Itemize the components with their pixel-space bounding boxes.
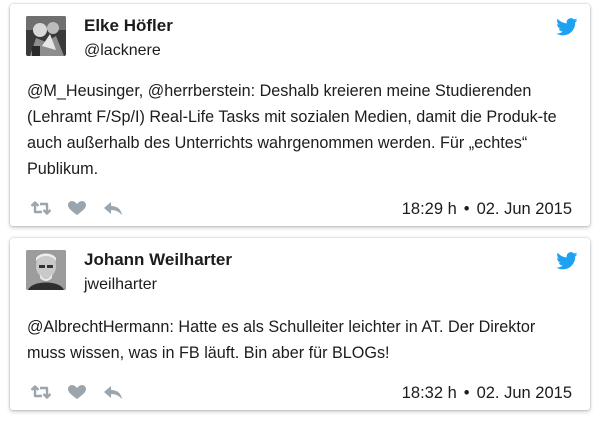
tweet-actions bbox=[30, 200, 124, 216]
author-name[interactable]: Johann Weilharter bbox=[84, 250, 232, 270]
like-icon[interactable] bbox=[66, 200, 88, 216]
author-handle[interactable]: @lacknere bbox=[84, 42, 161, 60]
tweet-time: 18:32 h bbox=[401, 384, 457, 402]
like-icon[interactable] bbox=[66, 384, 88, 400]
twitter-bird-icon[interactable] bbox=[556, 252, 578, 270]
tweet-text: @M_Heusinger, @herrberstein: Deshalb kre… bbox=[27, 82, 557, 178]
tweet-text: @AlbrechtHermann: Hatte es als Schulleit… bbox=[27, 318, 536, 362]
separator-dot: • bbox=[463, 384, 470, 402]
separator-dot: • bbox=[463, 200, 470, 218]
retweet-icon[interactable] bbox=[30, 200, 52, 216]
avatar[interactable] bbox=[26, 250, 66, 290]
tweet-date: 02. Jun 2015 bbox=[476, 200, 572, 218]
avatar[interactable] bbox=[26, 16, 66, 56]
retweet-icon[interactable] bbox=[30, 384, 52, 400]
author-handle[interactable]: jweilharter bbox=[84, 276, 157, 294]
tweet-timestamp[interactable]: 18:29 h • 02. Jun 2015 bbox=[402, 200, 572, 219]
tweet-card[interactable]: Johann Weilharter jweilharter @AlbrechtH… bbox=[10, 238, 590, 410]
tweet-card[interactable]: Elke Höfler @lacknere @M_Heusinger, @her… bbox=[10, 4, 590, 226]
tweet-feed: Elke Höfler @lacknere @M_Heusinger, @her… bbox=[0, 0, 606, 426]
tweet-actions bbox=[30, 384, 124, 400]
tweet-time: 18:29 h bbox=[401, 200, 457, 218]
author-name[interactable]: Elke Höfler bbox=[84, 16, 173, 36]
reply-icon[interactable] bbox=[102, 384, 124, 400]
tweet-timestamp[interactable]: 18:32 h • 02. Jun 2015 bbox=[402, 384, 572, 403]
twitter-bird-icon[interactable] bbox=[556, 18, 578, 36]
reply-icon[interactable] bbox=[102, 200, 124, 216]
tweet-date: 02. Jun 2015 bbox=[476, 384, 572, 402]
